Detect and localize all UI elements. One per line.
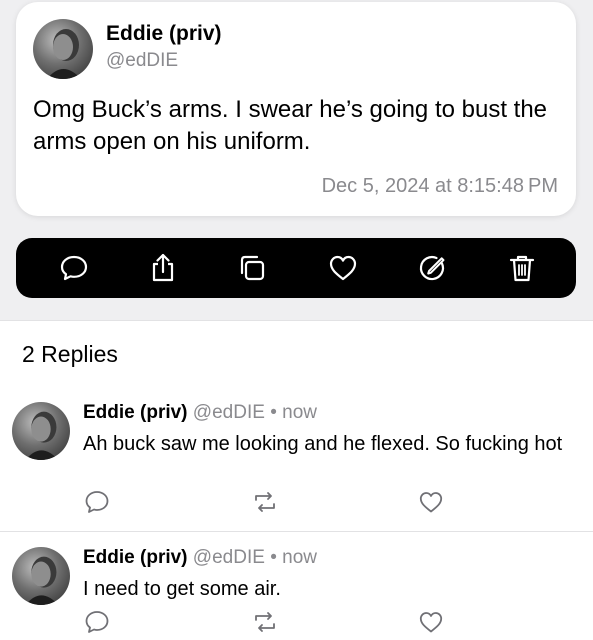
delete-icon [509,255,535,282]
post-author-handle[interactable]: @edDIE [106,50,178,72]
reply-time: now [282,547,317,568]
repost-icon [255,492,275,512]
reply-icon [60,255,88,281]
reply-item[interactable]: Eddie (priv) @edDIE • now I need to get … [0,532,593,640]
reply-author-handle[interactable]: @edDIE [193,402,265,423]
reply-meta: Eddie (priv) @edDIE • now [83,402,317,424]
reply-item[interactable]: Eddie (priv) @edDIE • now Ah buck saw me… [0,387,593,532]
share-icon [152,253,174,282]
replies-count: 2 Replies [22,341,118,367]
like-icon [329,255,357,281]
post-timestamp: Dec 5, 2024 at 8:15:48 PM [321,175,558,197]
post-action-bar [16,238,576,298]
reply-author-name[interactable]: Eddie (priv) [83,547,188,568]
edit-button[interactable] [416,252,448,284]
replies-header: 2 Replies [0,320,593,388]
avatar-photo-icon [25,556,59,605]
copy-icon [240,255,265,281]
share-button[interactable] [147,252,179,284]
copy-button[interactable] [236,252,268,284]
post-text: Omg Buck’s arms. I swear he’s going to b… [33,96,548,155]
reply-like-button[interactable] [417,608,445,636]
post-author-name[interactable]: Eddie (priv) [106,22,222,46]
reply-text: I need to get some air. [83,578,281,600]
delete-button[interactable] [506,252,538,284]
reply-time: now [282,402,317,423]
reply-separator: • [270,547,277,568]
like-button[interactable] [327,252,359,284]
reply-actions [0,488,593,518]
post-card: Eddie (priv) @edDIE Omg Buck’s arms. I s… [16,2,576,216]
reply-comment-button[interactable] [83,488,111,516]
reply-button[interactable] [58,252,90,284]
reply-separator: • [270,402,277,423]
reply-repost-button[interactable] [251,608,279,636]
avatar-photo-icon [47,29,81,79]
heart-icon [419,612,443,633]
reply-author-handle[interactable]: @edDIE [193,547,265,568]
reply-avatar[interactable] [12,547,70,605]
reply-author-name[interactable]: Eddie (priv) [83,402,188,423]
comment-icon [85,611,109,633]
reply-avatar[interactable] [12,402,70,460]
reply-comment-button[interactable] [83,608,111,636]
reply-like-button[interactable] [417,488,445,516]
comment-icon [85,491,109,513]
heart-icon [419,492,443,513]
reply-text: Ah buck saw me looking and he flexed. So… [83,433,563,455]
reply-actions [0,608,593,638]
post-avatar[interactable] [33,19,93,79]
avatar-photo-icon [25,411,59,460]
reply-repost-button[interactable] [251,488,279,516]
edit-icon [419,255,445,281]
repost-icon [255,612,275,632]
reply-meta: Eddie (priv) @edDIE • now [83,547,317,569]
